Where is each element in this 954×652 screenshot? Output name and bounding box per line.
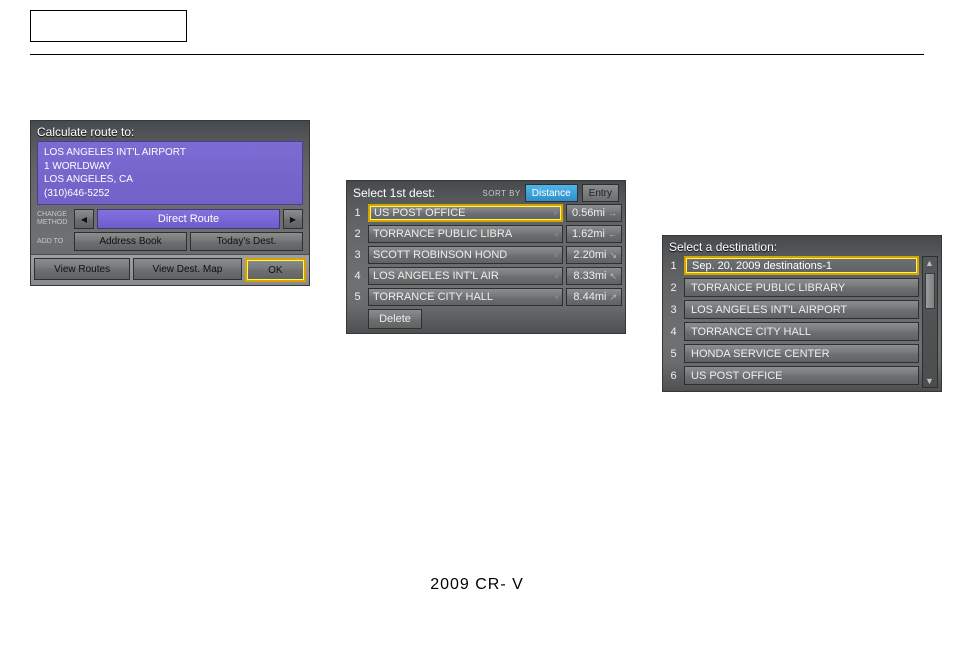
dir-arrow-icon: ↖: [609, 271, 617, 282]
todays-dest-button[interactable]: Today's Dest.: [190, 232, 303, 251]
ok-button[interactable]: OK: [245, 258, 306, 282]
header-box: [30, 10, 187, 42]
saved-dest-item[interactable]: HONDA SERVICE CENTER: [684, 344, 919, 363]
select-destination-panel: Select a destination: 1 Sep. 20, 2009 de…: [662, 235, 942, 392]
view-routes-button[interactable]: View Routes: [34, 258, 130, 280]
dest-distance[interactable]: 8.33mi↖: [566, 267, 622, 285]
row-num: 5: [350, 288, 365, 306]
scrollbar[interactable]: ▲ ▼: [922, 256, 938, 388]
saved-dest-item[interactable]: US POST OFFICE: [684, 366, 919, 385]
triangle-right-icon: [290, 214, 296, 225]
dest-phone: (310)646-5252: [44, 187, 296, 201]
footer-model: 2009 CR- V: [30, 576, 924, 594]
sort-by-label: SORT BY: [482, 189, 520, 198]
prev-method-button[interactable]: [74, 209, 94, 229]
scroll-down-icon: ▼: [925, 376, 934, 386]
saved-dest-item[interactable]: TORRANCE PUBLIC LIBRARY: [684, 278, 919, 297]
saved-dest-item[interactable]: TORRANCE CITY HALL: [684, 322, 919, 341]
add-to-label: ADD TO: [37, 232, 71, 251]
panel-title: Select a destination:: [663, 236, 941, 256]
row-num: 4: [666, 322, 681, 341]
route-method[interactable]: Direct Route: [97, 209, 280, 229]
info-icon: [554, 207, 557, 219]
panel-title: Select 1st dest:: [353, 186, 478, 200]
dest-distance[interactable]: 2.20mi↘: [566, 246, 622, 264]
row-num: 6: [666, 366, 681, 385]
view-dest-map-button[interactable]: View Dest. Map: [133, 258, 241, 280]
row-num: 2: [666, 278, 681, 297]
row-num: 2: [350, 225, 365, 243]
dir-arrow-icon: →: [608, 208, 617, 218]
select-first-dest-panel: Select 1st dest: SORT BY Distance Entry …: [346, 180, 626, 334]
row-num: 4: [350, 267, 365, 285]
triangle-left-icon: [81, 214, 87, 225]
info-icon: [555, 270, 558, 282]
dest-item[interactable]: TORRANCE CITY HALL: [368, 288, 563, 306]
dir-arrow-icon: ←: [608, 229, 617, 239]
row-num: 3: [666, 300, 681, 319]
dest-distance[interactable]: 1.62mi←: [566, 225, 622, 243]
saved-dest-item[interactable]: Sep. 20, 2009 destinations-1: [684, 256, 919, 275]
dest-distance[interactable]: 0.56mi→: [566, 204, 622, 222]
dir-arrow-icon: ↘: [609, 250, 617, 261]
dest-list: 1 US POST OFFICE 0.56mi→ 2 TORRANCE PUBL…: [347, 204, 625, 333]
destination-summary: LOS ANGELES INT'L AIRPORT 1 WORLDWAY LOS…: [37, 141, 303, 205]
address-book-button[interactable]: Address Book: [74, 232, 187, 251]
dir-arrow-icon: ↗: [609, 292, 617, 303]
row-num: 1: [350, 204, 365, 222]
panel-title: Calculate route to:: [31, 121, 309, 141]
sort-distance-tab[interactable]: Distance: [525, 184, 578, 202]
saved-dest-list: 1 Sep. 20, 2009 destinations-1 2 TORRANC…: [666, 256, 919, 388]
scroll-thumb[interactable]: [925, 273, 935, 309]
saved-dest-item[interactable]: LOS ANGELES INT'L AIRPORT: [684, 300, 919, 319]
info-icon: [555, 291, 558, 303]
dest-city: LOS ANGELES, CA: [44, 173, 296, 187]
info-icon: [555, 249, 558, 261]
dest-item[interactable]: US POST OFFICE: [368, 204, 563, 222]
calculate-route-panel: Calculate route to: LOS ANGELES INT'L AI…: [30, 120, 310, 286]
row-num: 1: [666, 256, 681, 275]
change-method-label: CHANGE METHOD: [37, 209, 71, 229]
scroll-up-icon: ▲: [925, 258, 934, 268]
delete-button[interactable]: Delete: [368, 309, 422, 329]
dest-item[interactable]: LOS ANGELES INT'L AIR: [368, 267, 563, 285]
info-icon: [555, 228, 558, 240]
sort-entry-tab[interactable]: Entry: [582, 184, 619, 202]
dest-distance[interactable]: 8.44mi↗: [566, 288, 622, 306]
dest-item[interactable]: TORRANCE PUBLIC LIBRA: [368, 225, 563, 243]
divider: [30, 54, 924, 55]
next-method-button[interactable]: [283, 209, 303, 229]
dest-addr1: 1 WORLDWAY: [44, 160, 296, 174]
row-num: 3: [350, 246, 365, 264]
dest-item[interactable]: SCOTT ROBINSON HOND: [368, 246, 563, 264]
dest-name: LOS ANGELES INT'L AIRPORT: [44, 146, 296, 160]
row-num: 5: [666, 344, 681, 363]
